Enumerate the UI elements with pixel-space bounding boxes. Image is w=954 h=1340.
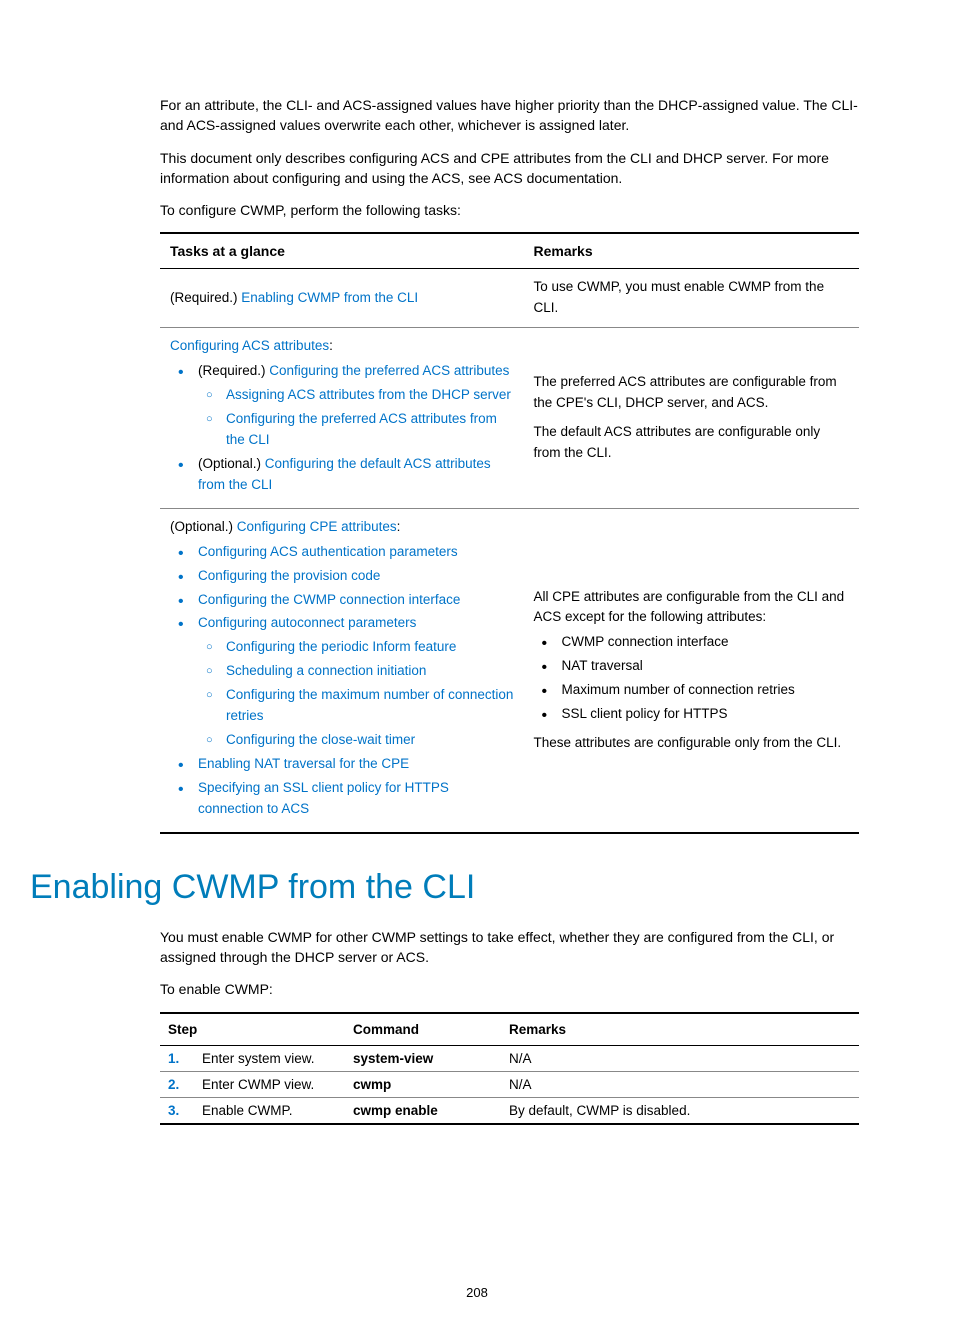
list-item: Configuring the close-wait timer	[220, 730, 513, 751]
step-remark: N/A	[501, 1071, 859, 1097]
step-number: 2.	[168, 1077, 179, 1092]
remark-bullet: SSL client policy for HTTPS	[553, 704, 849, 725]
link-periodic-inform[interactable]: Configuring the periodic Inform feature	[226, 639, 456, 654]
table-row: Configuring ACS attributes: (Required.) …	[160, 328, 859, 508]
required-label: (Required.)	[170, 290, 241, 305]
remark-bullet: CWMP connection interface	[553, 632, 849, 653]
remark-text: To use CWMP, you must enable CWMP from t…	[523, 269, 859, 328]
link-enabling-cwmp[interactable]: Enabling CWMP from the CLI	[241, 290, 418, 305]
list-item: Configuring the CWMP connection interfac…	[190, 590, 513, 611]
colon: :	[329, 338, 333, 353]
link-provision-code[interactable]: Configuring the provision code	[198, 568, 380, 583]
link-close-wait-timer[interactable]: Configuring the close-wait timer	[226, 732, 415, 747]
remark-text: The preferred ACS attributes are configu…	[533, 372, 849, 414]
colon: :	[397, 519, 401, 534]
link-acs-auth-params[interactable]: Configuring ACS authentication parameter…	[198, 544, 458, 559]
list-item: Configuring the preferred ACS attributes…	[220, 409, 513, 451]
step-number: 3.	[168, 1103, 179, 1118]
optional-label: (Optional.)	[170, 519, 237, 534]
table-row: (Optional.) Configuring CPE attributes: …	[160, 508, 859, 832]
remark-bullet: NAT traversal	[553, 656, 849, 677]
list-item: Configuring the maximum number of connec…	[220, 685, 513, 727]
remarks-header: Remarks	[523, 233, 859, 269]
remark-text: The default ACS attributes are configura…	[533, 422, 849, 464]
list-item: Configuring the provision code	[190, 566, 513, 587]
optional-label: (Optional.)	[198, 456, 265, 471]
link-autoconnect-params[interactable]: Configuring autoconnect parameters	[198, 615, 416, 630]
step-row: 2. Enter CWMP view. cwmp N/A	[160, 1071, 859, 1097]
link-nat-traversal[interactable]: Enabling NAT traversal for the CPE	[198, 756, 409, 771]
remark-text: All CPE attributes are configurable from…	[533, 587, 849, 629]
step-command: cwmp	[353, 1077, 391, 1092]
step-remark: By default, CWMP is disabled.	[501, 1097, 859, 1124]
steps-table: Step Command Remarks 1. Enter system vie…	[160, 1012, 859, 1125]
table-row: (Required.) Enabling CWMP from the CLI T…	[160, 269, 859, 328]
link-configuring-acs-attributes[interactable]: Configuring ACS attributes	[170, 338, 329, 353]
step-remarks-header: Remarks	[501, 1013, 859, 1046]
link-scheduling-connection[interactable]: Scheduling a connection initiation	[226, 663, 426, 678]
intro-paragraph-1: For an attribute, the CLI- and ACS-assig…	[160, 95, 859, 136]
step-number: 1.	[168, 1051, 179, 1066]
link-max-connection-retries[interactable]: Configuring the maximum number of connec…	[226, 687, 513, 723]
section-heading: Enabling CWMP from the CLI	[30, 868, 859, 907]
step-desc: Enter system view.	[194, 1045, 345, 1071]
link-configuring-preferred-acs[interactable]: Configuring the preferred ACS attributes	[269, 363, 509, 378]
required-label: (Required.)	[198, 363, 269, 378]
list-item: Enabling NAT traversal for the CPE	[190, 754, 513, 775]
section-paragraph-2: To enable CWMP:	[160, 979, 859, 999]
step-remark: N/A	[501, 1045, 859, 1071]
step-row: 3. Enable CWMP. cwmp enable By default, …	[160, 1097, 859, 1124]
link-assigning-acs-dhcp[interactable]: Assigning ACS attributes from the DHCP s…	[226, 387, 511, 402]
page-number: 208	[95, 1285, 859, 1300]
tasks-header: Tasks at a glance	[160, 233, 523, 269]
remark-text: These attributes are configurable only f…	[533, 733, 849, 754]
step-row: 1. Enter system view. system-view N/A	[160, 1045, 859, 1071]
list-item: Scheduling a connection initiation	[220, 661, 513, 682]
link-cwmp-connection-interface[interactable]: Configuring the CWMP connection interfac…	[198, 592, 460, 607]
step-header: Step	[160, 1013, 345, 1046]
list-item: (Required.) Configuring the preferred AC…	[190, 361, 513, 451]
section-paragraph-1: You must enable CWMP for other CWMP sett…	[160, 927, 859, 968]
list-item: Assigning ACS attributes from the DHCP s…	[220, 385, 513, 406]
list-item: Configuring ACS authentication parameter…	[190, 542, 513, 563]
intro-paragraph-3: To configure CWMP, perform the following…	[160, 200, 859, 220]
link-configuring-preferred-acs-cli[interactable]: Configuring the preferred ACS attributes…	[226, 411, 497, 447]
tasks-table: Tasks at a glance Remarks (Required.) En…	[160, 232, 859, 833]
step-command: cwmp enable	[353, 1103, 438, 1118]
list-item: Specifying an SSL client policy for HTTP…	[190, 778, 513, 820]
list-item: (Optional.) Configuring the default ACS …	[190, 454, 513, 496]
link-ssl-client-policy[interactable]: Specifying an SSL client policy for HTTP…	[198, 780, 449, 816]
step-desc: Enable CWMP.	[194, 1097, 345, 1124]
list-item: Configuring the periodic Inform feature	[220, 637, 513, 658]
link-configuring-cpe-attributes[interactable]: Configuring CPE attributes	[237, 519, 397, 534]
remark-bullet: Maximum number of connection retries	[553, 680, 849, 701]
list-item: Configuring autoconnect parameters Confi…	[190, 613, 513, 751]
intro-paragraph-2: This document only describes configuring…	[160, 148, 859, 189]
command-header: Command	[345, 1013, 501, 1046]
step-desc: Enter CWMP view.	[194, 1071, 345, 1097]
step-command: system-view	[353, 1051, 433, 1066]
